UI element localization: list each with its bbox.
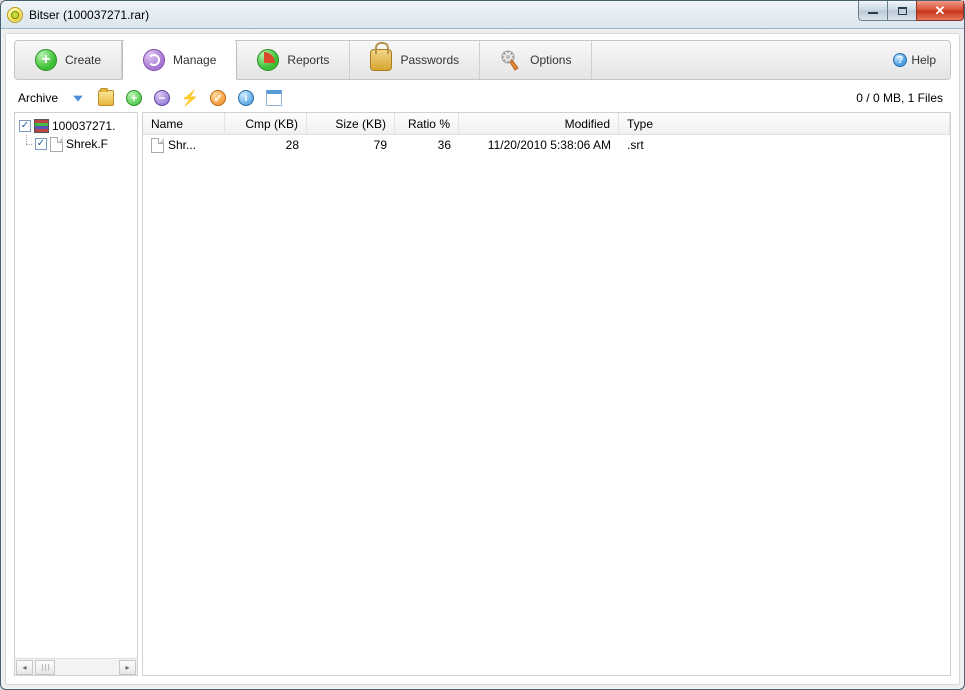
col-modified[interactable]: Modified <box>459 113 619 134</box>
cell-cmp: 28 <box>225 138 307 152</box>
tree-child-label: Shrek.F <box>66 137 108 151</box>
create-icon <box>35 49 57 71</box>
tab-manage-label: Manage <box>173 53 216 67</box>
window-title: Bitser (100037271.rar) <box>29 8 149 22</box>
tab-strip: Create Manage Reports Passwords Options <box>14 40 951 80</box>
tree-child-row[interactable]: Shrek.F <box>17 135 135 153</box>
tree-checkbox[interactable] <box>35 138 47 150</box>
col-size[interactable]: Size (KB) <box>307 113 395 134</box>
rar-archive-icon <box>34 119 49 133</box>
file-list-pane: Name Cmp (KB) Size (KB) Ratio % Modified… <box>142 112 951 676</box>
action-button[interactable]: ⚡ <box>182 90 198 106</box>
tab-reports-label: Reports <box>287 53 329 67</box>
info-button[interactable]: i <box>238 90 254 106</box>
cell-type: .srt <box>619 138 950 152</box>
close-button[interactable]: ✕ <box>916 1 964 21</box>
tab-options-label: Options <box>530 53 571 67</box>
verify-button[interactable]: ✓ <box>210 90 226 106</box>
help-link[interactable]: ? Help <box>879 41 950 79</box>
options-icon <box>500 49 522 71</box>
app-icon <box>7 7 23 23</box>
tab-create-label: Create <box>65 53 101 67</box>
tree-root-row[interactable]: 100037271. <box>17 117 135 135</box>
reports-icon <box>257 49 279 71</box>
cell-modified: 11/20/2010 5:38:06 AM <box>459 138 619 152</box>
tree-pane: 100037271. Shrek.F ◂ ▸ <box>14 112 138 676</box>
help-label: Help <box>911 53 936 67</box>
help-icon: ? <box>893 53 907 67</box>
col-ratio[interactable]: Ratio % <box>395 113 459 134</box>
window-controls: ✕ <box>859 1 964 21</box>
archive-label: Archive <box>18 91 58 105</box>
open-folder-button[interactable] <box>98 90 114 106</box>
maximize-icon <box>898 7 907 15</box>
cell-name-text: Shr... <box>168 138 196 152</box>
status-text: 0 / 0 MB, 1 Files <box>856 91 947 105</box>
col-ratio-label: Ratio % <box>408 117 450 131</box>
tab-options[interactable]: Options <box>480 41 592 79</box>
close-icon: ✕ <box>935 4 946 17</box>
minimize-icon <box>868 12 878 14</box>
col-modified-label: Modified <box>565 117 610 131</box>
tab-create[interactable]: Create <box>15 41 122 79</box>
col-cmp[interactable]: Cmp (KB) <box>225 113 307 134</box>
titlebar[interactable]: Bitser (100037271.rar) ✕ <box>1 1 964 29</box>
col-size-label: Size (KB) <box>335 117 386 131</box>
tab-reports[interactable]: Reports <box>237 41 350 79</box>
toolbar: Archive + − ⚡ ✓ i 0 / 0 MB, 1 Files <box>14 80 951 112</box>
app-window: Bitser (100037271.rar) ✕ Create Manage R… <box>0 0 965 690</box>
file-icon <box>151 138 164 153</box>
maximize-button[interactable] <box>887 1 917 21</box>
col-type[interactable]: Type <box>619 113 950 134</box>
main-split: 100037271. Shrek.F ◂ ▸ Nam <box>14 112 951 676</box>
view-button[interactable] <box>266 90 282 106</box>
tab-passwords[interactable]: Passwords <box>350 41 480 79</box>
dropdown-icon[interactable] <box>70 90 86 106</box>
scroll-right-button[interactable]: ▸ <box>119 660 136 675</box>
file-icon <box>50 137 63 152</box>
tree-checkbox[interactable] <box>19 120 31 132</box>
col-name[interactable]: Name <box>143 113 225 134</box>
cell-ratio: 36 <box>395 138 459 152</box>
scroll-thumb[interactable] <box>35 660 55 675</box>
client-area: Create Manage Reports Passwords Options <box>5 33 960 685</box>
remove-button[interactable]: − <box>154 90 170 106</box>
tab-manage[interactable]: Manage <box>122 40 237 80</box>
cell-size: 79 <box>307 138 395 152</box>
file-row[interactable]: Shr... 28 79 36 11/20/2010 5:38:06 AM .s… <box>143 135 950 155</box>
tree-hscrollbar[interactable]: ◂ ▸ <box>15 658 137 675</box>
scroll-left-button[interactable]: ◂ <box>16 660 33 675</box>
archive-tree[interactable]: 100037271. Shrek.F <box>15 113 137 658</box>
cell-name: Shr... <box>143 138 225 153</box>
manage-icon <box>143 49 165 71</box>
file-rows: Shr... 28 79 36 11/20/2010 5:38:06 AM .s… <box>143 135 950 675</box>
passwords-icon <box>370 49 392 71</box>
column-headers: Name Cmp (KB) Size (KB) Ratio % Modified… <box>143 113 950 135</box>
col-cmp-label: Cmp (KB) <box>245 117 298 131</box>
minimize-button[interactable] <box>858 1 888 21</box>
tree-root-label: 100037271. <box>52 119 115 133</box>
tab-passwords-label: Passwords <box>400 53 459 67</box>
col-type-label: Type <box>627 117 653 131</box>
add-button[interactable]: + <box>126 90 142 106</box>
col-name-label: Name <box>151 117 183 131</box>
